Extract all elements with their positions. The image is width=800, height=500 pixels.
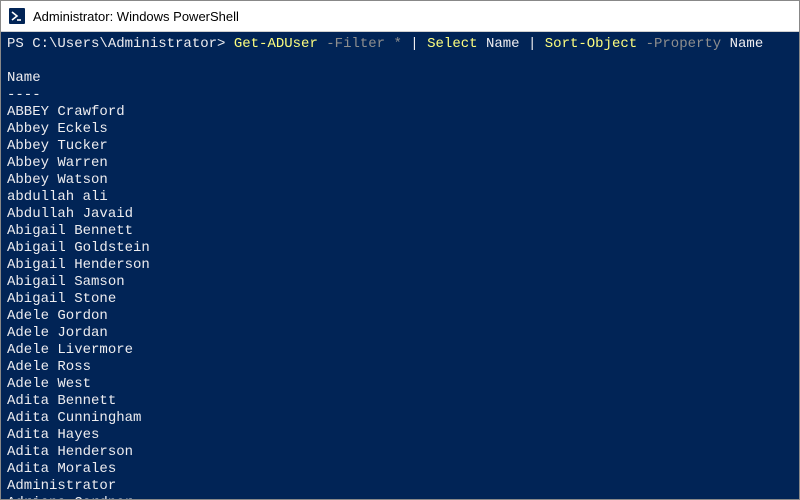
output-row: Adita Cunningham xyxy=(7,410,793,427)
output-column-header: Name xyxy=(7,70,41,86)
output-row: Adele West xyxy=(7,376,793,393)
output-row: Abigail Stone xyxy=(7,291,793,308)
cmd-select: Select xyxy=(427,36,477,52)
cmd-get-aduser: Get-ADUser xyxy=(234,36,318,52)
output-row: Abigail Henderson xyxy=(7,257,793,274)
output-row: Abbey Tucker xyxy=(7,138,793,155)
powershell-window: Administrator: Windows PowerShell PS C:\… xyxy=(0,0,800,500)
output-column-divider: ---- xyxy=(7,87,41,103)
output-row: Adita Morales xyxy=(7,461,793,478)
terminal-pane[interactable]: PS C:\Users\Administrator> Get-ADUser -F… xyxy=(1,32,799,499)
cmd-pipe-1: | xyxy=(410,36,418,52)
output-name-list: ABBEY CrawfordAbbey EckelsAbbey TuckerAb… xyxy=(7,104,793,499)
cmd-pipe-2: | xyxy=(528,36,536,52)
cmd-property-val: Name xyxy=(730,36,764,52)
output-row: Adele Livermore xyxy=(7,342,793,359)
output-row: Adita Bennett xyxy=(7,393,793,410)
output-row: ABBEY Crawford xyxy=(7,104,793,121)
output-row: Abigail Samson xyxy=(7,274,793,291)
output-row: Abbey Warren xyxy=(7,155,793,172)
cmd-filter-flag: -Filter xyxy=(326,36,385,52)
output-row: Adele Ross xyxy=(7,359,793,376)
window-title: Administrator: Windows PowerShell xyxy=(33,9,239,24)
output-row: Administrator xyxy=(7,478,793,495)
output-row: Adita Hayes xyxy=(7,427,793,444)
output-row: Adita Henderson xyxy=(7,444,793,461)
cmd-property-flag: -Property xyxy=(646,36,722,52)
output-row: Abbey Watson xyxy=(7,172,793,189)
cmd-sort-object: Sort-Object xyxy=(545,36,637,52)
output-row: Adele Jordan xyxy=(7,325,793,342)
output-row: Adriana Gardner xyxy=(7,495,793,499)
output-row: Abdullah Javaid xyxy=(7,206,793,223)
output-row: Abbey Eckels xyxy=(7,121,793,138)
output-row: Adele Gordon xyxy=(7,308,793,325)
output-row: Abigail Bennett xyxy=(7,223,793,240)
prompt-path: PS C:\Users\Administrator> xyxy=(7,36,225,52)
powershell-icon xyxy=(9,8,25,24)
cmd-filter-val: * xyxy=(393,36,401,52)
cmd-select-arg: Name xyxy=(486,36,520,52)
output-row: Abigail Goldstein xyxy=(7,240,793,257)
titlebar[interactable]: Administrator: Windows PowerShell xyxy=(1,1,799,32)
output-row: abdullah ali xyxy=(7,189,793,206)
